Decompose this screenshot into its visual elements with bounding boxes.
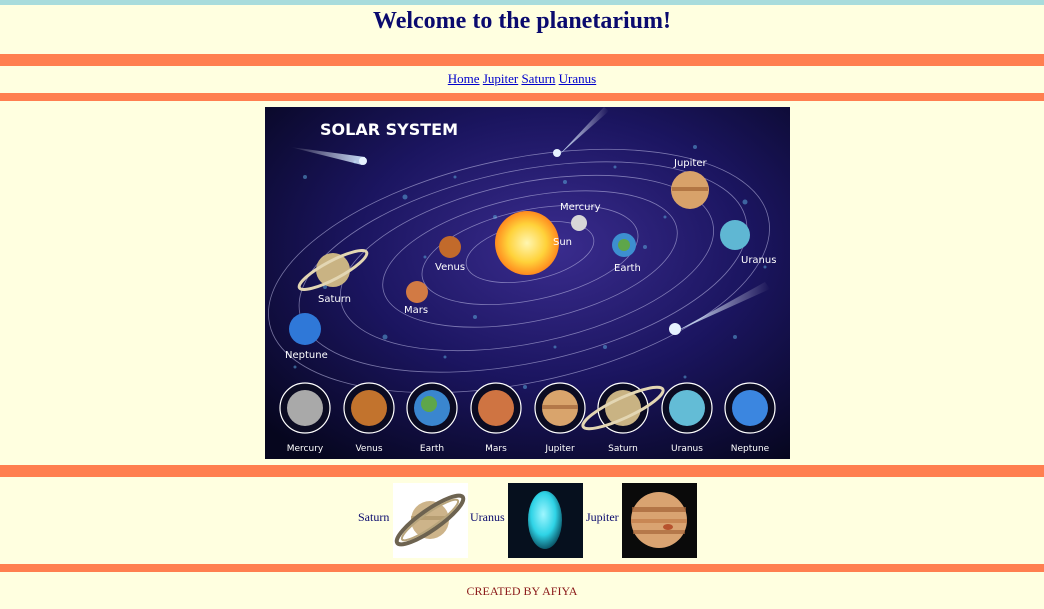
solar-system-image: SOLAR SYSTEM Sun Mercury Venus Earth Mar… (265, 107, 790, 459)
uranus-graphic (720, 220, 750, 250)
label-jupiter: Jupiter (673, 158, 707, 169)
label-sun: Sun (553, 237, 572, 248)
card-label-uranus: Uranus (671, 444, 703, 454)
card-label-venus: Venus (355, 444, 382, 454)
planet-thumbnails: Saturn Uranus Jupiter (0, 483, 1044, 558)
card-label-saturn: Saturn (608, 444, 638, 454)
card-label-mars: Mars (485, 444, 507, 454)
footer-credit: CREATED BY AFIYA (466, 584, 578, 598)
divider-bottom (0, 564, 1044, 572)
nav-link-jupiter[interactable]: Jupiter (483, 71, 518, 86)
label-neptune: Neptune (285, 350, 328, 361)
label-saturn: Saturn (318, 294, 351, 305)
card-label-jupiter: Jupiter (544, 444, 575, 454)
jupiter-thumbnail (622, 483, 697, 558)
nav-link-home[interactable]: Home (448, 71, 480, 86)
label-venus: Venus (435, 262, 465, 273)
thumb-label-uranus: Uranus (470, 510, 505, 524)
label-uranus: Uranus (741, 255, 776, 266)
nav-link-uranus[interactable]: Uranus (559, 71, 597, 86)
card-label-earth: Earth (420, 444, 444, 454)
hero-heading: SOLAR SYSTEM (320, 120, 458, 139)
thumb-label-saturn: Saturn (358, 510, 390, 524)
divider-top (0, 54, 1044, 66)
label-mercury: Mercury (560, 202, 601, 213)
sun-graphic (495, 211, 559, 275)
neptune-graphic (289, 313, 321, 345)
divider-middle (0, 465, 1044, 477)
venus-graphic (439, 236, 461, 258)
nav-link-saturn[interactable]: Saturn (521, 71, 555, 86)
uranus-thumbnail (508, 483, 583, 558)
card-label-mercury: Mercury (287, 444, 324, 454)
card-label-neptune: Neptune (731, 444, 770, 454)
solar-system-illustration: SOLAR SYSTEM Sun Mercury Venus Earth Mar… (265, 107, 790, 459)
divider-nav (0, 93, 1044, 101)
thumb-label-jupiter: Jupiter (586, 510, 619, 524)
page-title: Welcome to the planetarium! (373, 8, 671, 34)
saturn-thumbnail (393, 483, 468, 558)
mars-graphic (406, 281, 428, 303)
main-nav: Home Jupiter Saturn Uranus (0, 71, 1044, 87)
mercury-graphic (571, 215, 587, 231)
label-earth: Earth (614, 263, 641, 274)
label-mars: Mars (404, 305, 428, 316)
top-strip (0, 0, 1044, 5)
